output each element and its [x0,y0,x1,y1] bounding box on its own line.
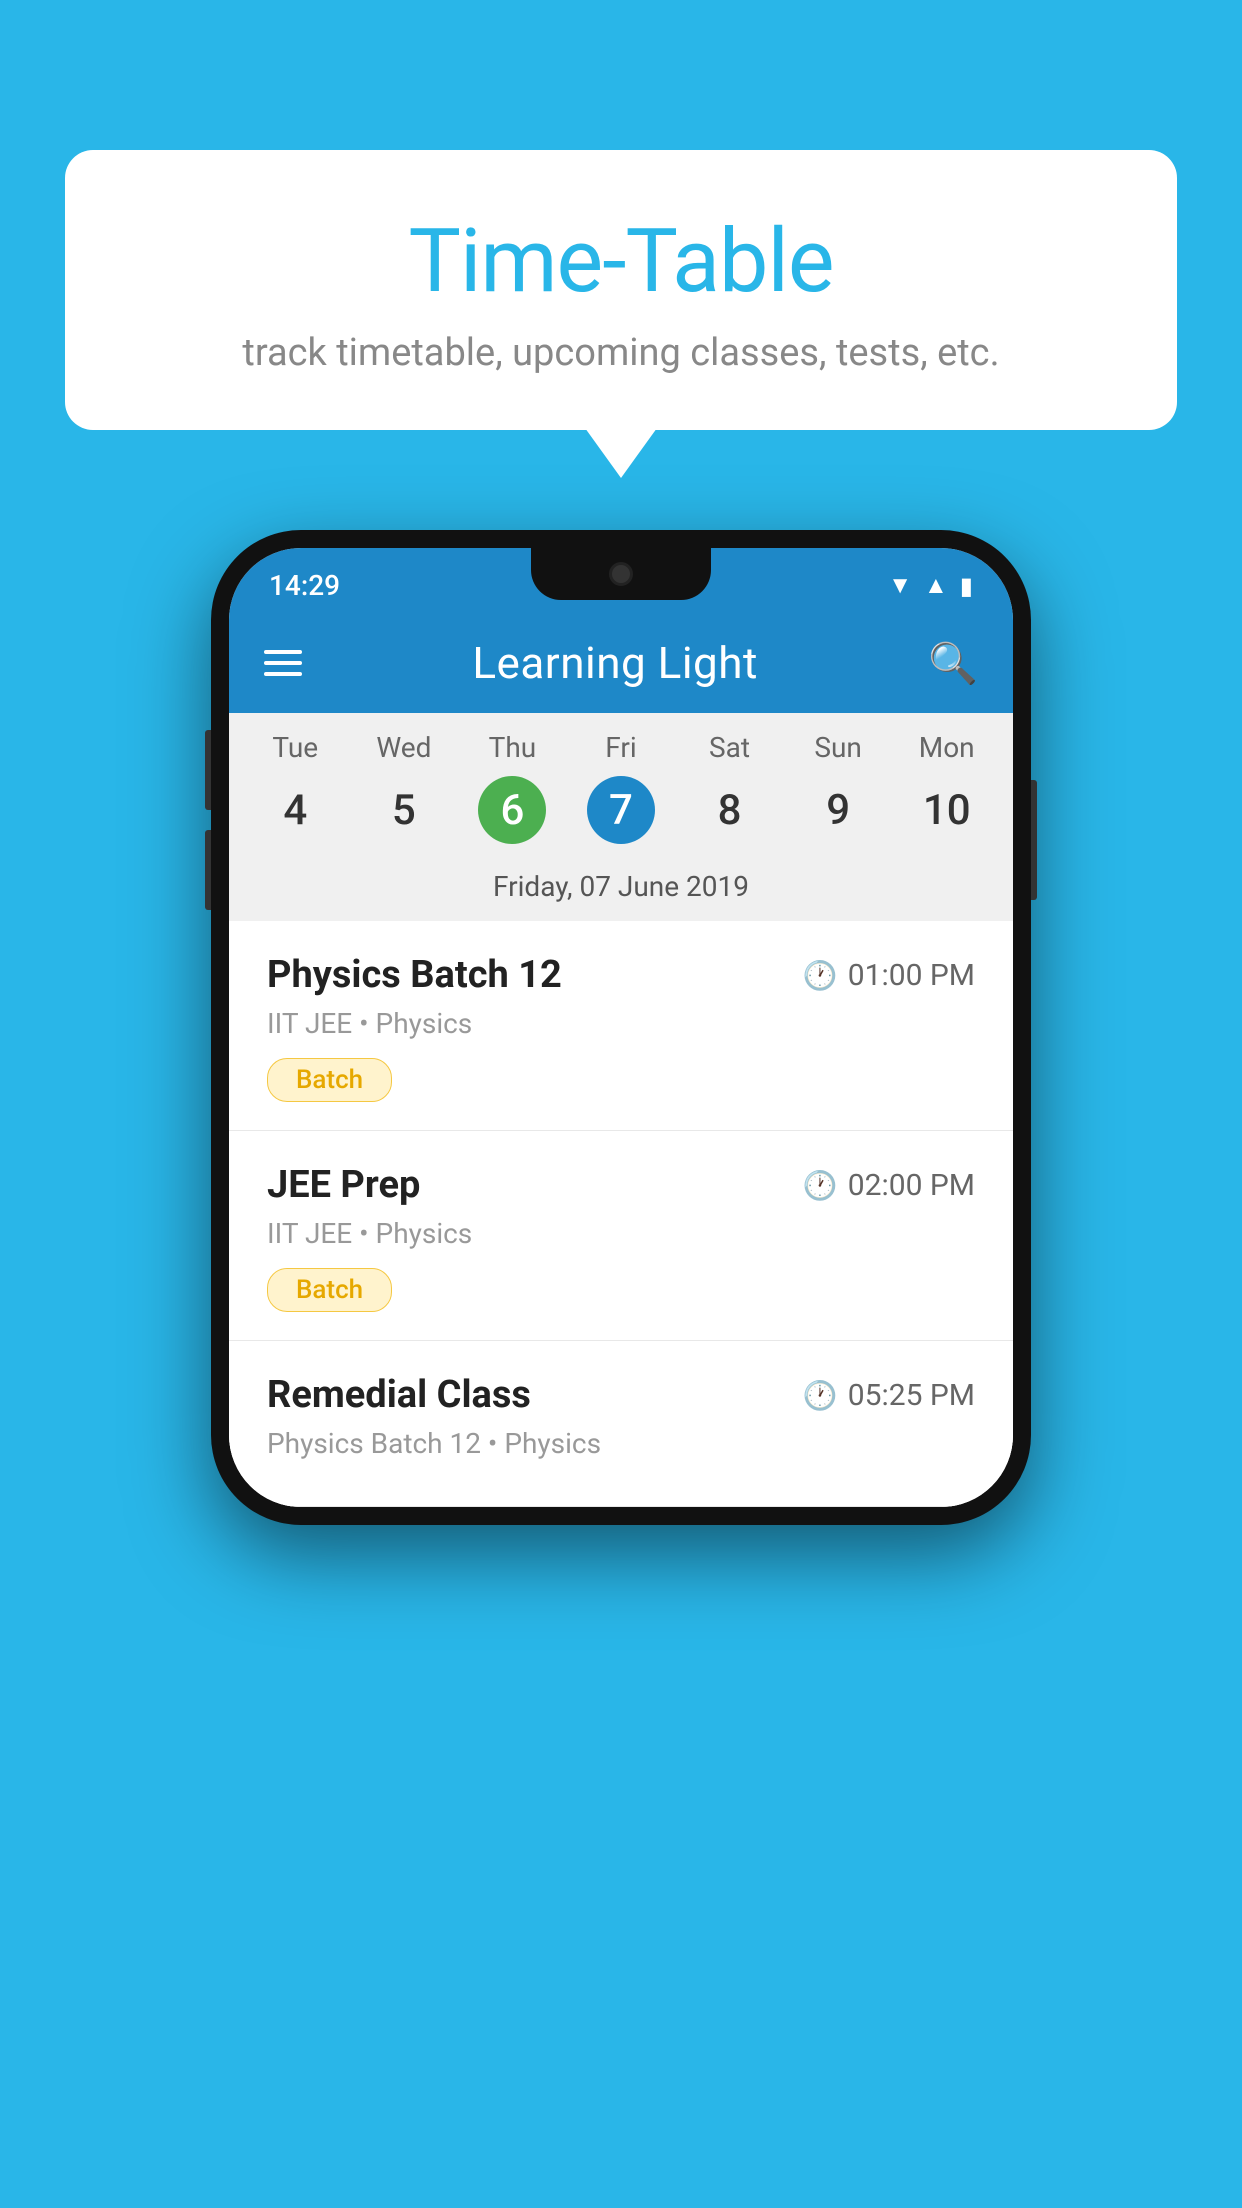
day-number[interactable]: 5 [350,776,459,844]
speech-bubble: Time-Table track timetable, upcoming cla… [65,150,1177,430]
day-header: Mon [892,731,1001,764]
schedule-item-header: Remedial Class 🕐 05:25 PM [267,1373,975,1417]
calendar-strip: TueWedThuFriSatSunMon 45678910 Friday, 0… [229,713,1013,921]
clock-icon: 🕐 [803,1379,838,1412]
schedule-item-header: Physics Batch 12 🕐 01:00 PM [267,953,975,997]
phone-mockup: 14:29 ▼ ▲ ▮ Learning Light 🔍 [211,530,1031,1525]
batch-badge: Batch [267,1058,392,1102]
schedule-item-subtitle: Physics Batch 12 • Physics [267,1427,975,1460]
phone-screen: 14:29 ▼ ▲ ▮ Learning Light 🔍 [229,548,1013,1507]
day-numbers: 45678910 [229,772,1013,860]
day-number[interactable]: 9 [784,776,893,844]
toolbar-title: Learning Light [472,637,758,689]
day-header: Wed [350,731,459,764]
bubble-subtitle: track timetable, upcoming classes, tests… [115,331,1127,375]
volume-button-up [205,730,211,810]
front-camera [609,562,633,586]
schedule-item-title: JEE Prep [267,1163,420,1207]
schedule-item-time: 🕐 01:00 PM [803,958,975,993]
day-header: Thu [458,731,567,764]
schedule-item-subtitle: IIT JEE • Physics [267,1007,975,1040]
hamburger-line-2 [264,661,302,665]
signal-icon: ▲ [924,571,948,600]
day-header: Tue [241,731,350,764]
status-time: 14:29 [269,569,340,602]
phone-notch [531,548,711,600]
schedule-item[interactable]: JEE Prep 🕐 02:00 PM IIT JEE • Physics Batch [229,1131,1013,1341]
day-header: Sun [784,731,893,764]
time-value: 02:00 PM [848,1168,975,1203]
day-number[interactable]: 7 [587,776,655,844]
speech-bubble-section: Time-Table track timetable, upcoming cla… [65,150,1177,430]
schedule-item-header: JEE Prep 🕐 02:00 PM [267,1163,975,1207]
schedule-list: Physics Batch 12 🕐 01:00 PM IIT JEE • Physi… [229,921,1013,1507]
schedule-item-time: 🕐 05:25 PM [803,1378,975,1413]
phone-outer: 14:29 ▼ ▲ ▮ Learning Light 🔍 [211,530,1031,1525]
battery-icon: ▮ [960,572,973,600]
schedule-item-time: 🕐 02:00 PM [803,1168,975,1203]
selected-date-label: Friday, 07 June 2019 [229,860,1013,921]
clock-icon: 🕐 [803,1169,838,1202]
search-icon[interactable]: 🔍 [928,640,978,687]
schedule-item-title: Remedial Class [267,1373,531,1417]
app-toolbar: Learning Light 🔍 [229,613,1013,713]
schedule-item-title: Physics Batch 12 [267,953,562,997]
hamburger-line-1 [264,650,302,654]
schedule-item-subtitle: IIT JEE • Physics [267,1217,975,1250]
batch-badge: Batch [267,1268,392,1312]
schedule-item[interactable]: Remedial Class 🕐 05:25 PM Physics Batch 12 … [229,1341,1013,1507]
schedule-item[interactable]: Physics Batch 12 🕐 01:00 PM IIT JEE • Physi… [229,921,1013,1131]
menu-button[interactable] [264,650,302,676]
day-number[interactable]: 8 [675,776,784,844]
clock-icon: 🕐 [803,959,838,992]
day-headers: TueWedThuFriSatSunMon [229,713,1013,772]
time-value: 05:25 PM [848,1378,975,1413]
day-number[interactable]: 10 [892,776,1001,844]
status-icons: ▼ ▲ ▮ [888,571,973,600]
power-button [1031,780,1037,900]
hamburger-line-3 [264,672,302,676]
day-number[interactable]: 6 [478,776,546,844]
day-header: Sat [675,731,784,764]
day-number[interactable]: 4 [241,776,350,844]
volume-button-down [205,830,211,910]
day-header: Fri [567,731,676,764]
bubble-title: Time-Table [115,210,1127,313]
time-value: 01:00 PM [848,958,975,993]
wifi-icon: ▼ [888,571,912,600]
